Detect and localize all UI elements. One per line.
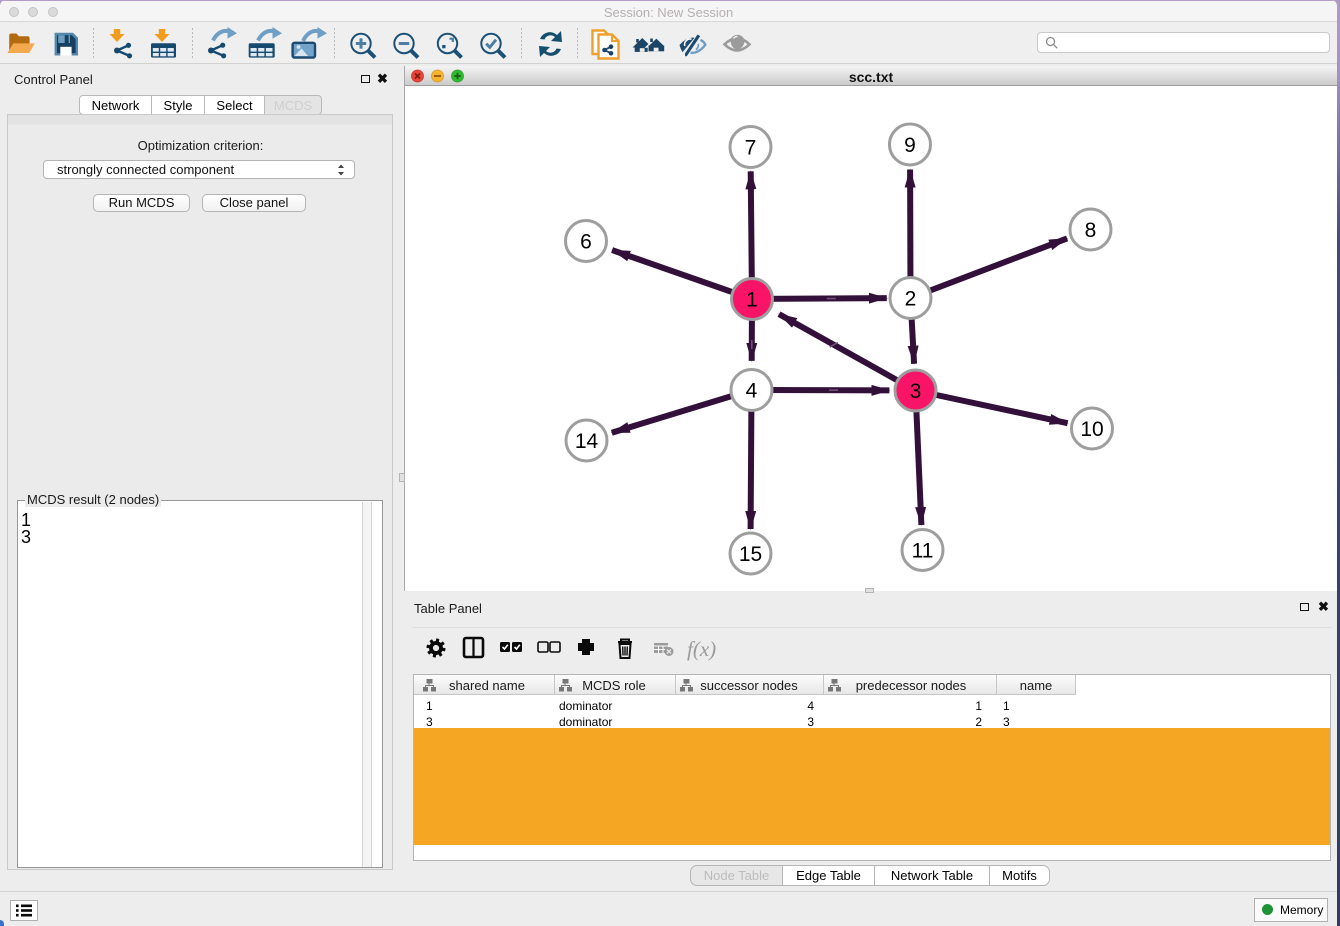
svg-text:7: 7 <box>745 137 757 160</box>
svg-text:8: 8 <box>1085 219 1097 242</box>
svg-text:2: 2 <box>905 288 917 311</box>
svg-text:11: 11 <box>912 540 934 563</box>
svg-text:15: 15 <box>739 543 762 566</box>
svg-text:9: 9 <box>904 134 916 157</box>
svg-text:f(x): f(x) <box>687 637 716 661</box>
svg-text:14: 14 <box>575 430 599 453</box>
svg-text:6: 6 <box>580 231 592 254</box>
svg-text:1: 1 <box>746 289 758 312</box>
svg-text:10: 10 <box>1080 418 1103 441</box>
svg-text:3: 3 <box>910 380 922 403</box>
svg-text:4: 4 <box>746 380 758 403</box>
